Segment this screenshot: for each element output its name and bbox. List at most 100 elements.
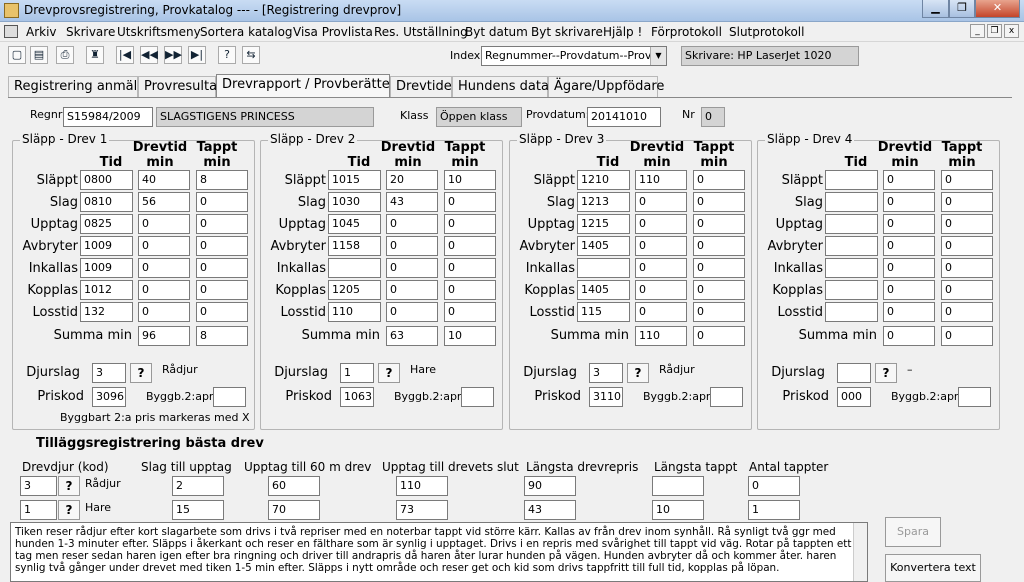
konvertera-text-button[interactable]: Konvertera text: [885, 554, 981, 582]
drev-4-tappt-input[interactable]: 0: [941, 214, 993, 234]
drev-3-tid-input[interactable]: 1215: [577, 214, 630, 234]
drev-4-drevtid-input[interactable]: 0: [883, 280, 935, 300]
drev-3-tappt-input[interactable]: 0: [693, 170, 745, 190]
drev-1-tid-input[interactable]: 1009: [80, 236, 133, 256]
spara-button[interactable]: Spara: [885, 517, 941, 547]
drev-3-priskod-input[interactable]: 3110: [589, 387, 623, 407]
drev-3-drevtid-input[interactable]: 0: [635, 280, 687, 300]
drev-3-drevtid-input[interactable]: 0: [635, 236, 687, 256]
tillagg-value-3[interactable]: 43: [524, 500, 576, 520]
drev-2-tid-input[interactable]: 1205: [328, 280, 381, 300]
drev-4-tappt-input[interactable]: 0: [941, 170, 993, 190]
menu-res-utstallning[interactable]: Res. Utställning: [374, 25, 468, 39]
drev-2-tid-input[interactable]: 1158: [328, 236, 381, 256]
drev-3-tappt-input[interactable]: 0: [693, 280, 745, 300]
mdi-restore-button[interactable]: ❐: [987, 24, 1002, 38]
drev-2-priskod-input[interactable]: 1063: [340, 387, 374, 407]
last-record-icon[interactable]: ▶|: [188, 46, 206, 64]
drev-3-drevtid-input[interactable]: 0: [635, 258, 687, 278]
drev-1-tappt-input[interactable]: 8: [196, 170, 248, 190]
drev-4-tid-input[interactable]: [825, 214, 878, 234]
tillagg-value-1[interactable]: 60: [268, 476, 320, 496]
menu-sortera-katalog[interactable]: Sortera katalog: [200, 25, 293, 39]
tillagg-value-5[interactable]: 0: [748, 476, 800, 496]
drev-1-tid-input[interactable]: 1012: [80, 280, 133, 300]
drev-2-tappt-input[interactable]: 0: [444, 280, 496, 300]
first-record-icon[interactable]: |◀: [116, 46, 134, 64]
drev-3-tid-input[interactable]: 1405: [577, 236, 630, 256]
drev-2-drevtid-input[interactable]: 20: [386, 170, 438, 190]
drev-3-drevtid-input[interactable]: 110: [635, 170, 687, 190]
menu-forprotokoll[interactable]: Förprotokoll: [651, 25, 722, 39]
trash-icon[interactable]: ♜: [86, 46, 104, 64]
exit-icon[interactable]: ⇆: [242, 46, 260, 64]
drev-2-drevtid-input[interactable]: 0: [386, 302, 438, 322]
drev-3-tid-input[interactable]: 1210: [577, 170, 630, 190]
memo-scrollbar[interactable]: [853, 523, 867, 581]
drev-4-tid-input[interactable]: [825, 280, 878, 300]
drev-4-tid-input[interactable]: [825, 258, 878, 278]
drev-4-priskod-input[interactable]: 000: [837, 387, 871, 407]
drev-1-tid-input[interactable]: 0800: [80, 170, 133, 190]
new-icon[interactable]: ▢: [8, 46, 26, 64]
menu-byt-datum[interactable]: Byt datum: [465, 25, 528, 39]
menu-hjalp[interactable]: Hjälp !: [603, 25, 642, 39]
drev-2-tappt-input[interactable]: 0: [444, 302, 496, 322]
tillagg-value-1[interactable]: 70: [268, 500, 320, 520]
drev-4-drevtid-input[interactable]: 0: [883, 170, 935, 190]
drev-2-tid-input[interactable]: [328, 258, 381, 278]
drev-3-tid-input[interactable]: 115: [577, 302, 630, 322]
drev-4-tappt-input[interactable]: 0: [941, 302, 993, 322]
drev-1-tappt-input[interactable]: 0: [196, 280, 248, 300]
tillagg-kod-lookup-button[interactable]: ?: [58, 476, 80, 496]
drev-4-tappt-input[interactable]: 0: [941, 236, 993, 256]
drev-2-tappt-input[interactable]: 0: [444, 214, 496, 234]
regnr-field[interactable]: S15984/2009: [63, 107, 153, 127]
tillagg-value-2[interactable]: 73: [396, 500, 448, 520]
tab-drevtider[interactable]: Drevtider: [390, 76, 457, 97]
drev-3-tappt-input[interactable]: 0: [693, 302, 745, 322]
drev-4-drevtid-input[interactable]: 0: [883, 258, 935, 278]
drev-2-tappt-input[interactable]: 10: [444, 170, 496, 190]
drev-3-djurslag-lookup-button[interactable]: ?: [627, 363, 649, 383]
tab-registrering-anmalan[interactable]: Registrering anmälan: [8, 76, 153, 97]
drev-1-drevtid-input[interactable]: 56: [138, 192, 190, 212]
drev-4-drevtid-input[interactable]: 0: [883, 192, 935, 212]
tillagg-value-4[interactable]: 10: [652, 500, 704, 520]
document-icon[interactable]: [4, 25, 18, 38]
drev-3-tappt-input[interactable]: 0: [693, 236, 745, 256]
provberattelse-textarea[interactable]: Tiken reser rådjur efter kort slagarbete…: [10, 522, 868, 582]
drev-1-tid-input[interactable]: 1009: [80, 258, 133, 278]
drev-2-tid-input[interactable]: 1015: [328, 170, 381, 190]
drev-3-djurslag-input[interactable]: 3: [589, 363, 623, 383]
mdi-close-button[interactable]: x: [1004, 24, 1019, 38]
drev-4-tappt-input[interactable]: 0: [941, 192, 993, 212]
drev-1-djurslag-input[interactable]: 3: [92, 363, 126, 383]
drev-1-djurslag-lookup-button[interactable]: ?: [130, 363, 152, 383]
drev-2-drevtid-input[interactable]: 0: [386, 280, 438, 300]
help-icon[interactable]: ?: [218, 46, 236, 64]
tab-agare-uppfodare[interactable]: Ägare/Uppfödare: [548, 76, 664, 97]
drev-4-djurslag-lookup-button[interactable]: ?: [875, 363, 897, 383]
drev-4-tid-input[interactable]: [825, 192, 878, 212]
drev-2-drevtid-input[interactable]: 0: [386, 214, 438, 234]
save-icon[interactable]: ▤: [30, 46, 48, 64]
tab-provresultat[interactable]: Provresultat: [138, 76, 222, 97]
drev-3-tid-input[interactable]: 1213: [577, 192, 630, 212]
drev-3-byggb-input[interactable]: [710, 387, 743, 407]
drev-1-tappt-input[interactable]: 0: [196, 258, 248, 278]
menu-visa-provlista[interactable]: Visa Provlista: [293, 25, 373, 39]
drev-3-tid-input[interactable]: [577, 258, 630, 278]
drev-3-drevtid-input[interactable]: 0: [635, 192, 687, 212]
menu-skrivare[interactable]: Skrivare: [66, 25, 115, 39]
drev-2-drevtid-input[interactable]: 43: [386, 192, 438, 212]
drev-1-tid-input[interactable]: 0825: [80, 214, 133, 234]
next-record-icon[interactable]: ▶▶: [164, 46, 182, 64]
drev-4-djurslag-input[interactable]: [837, 363, 871, 383]
drev-3-tappt-input[interactable]: 0: [693, 214, 745, 234]
drev-2-tid-input[interactable]: 110: [328, 302, 381, 322]
drev-2-djurslag-input[interactable]: 1: [340, 363, 374, 383]
drev-2-drevtid-input[interactable]: 0: [386, 236, 438, 256]
drev-1-byggb-input[interactable]: [213, 387, 246, 407]
drev-1-tappt-input[interactable]: 0: [196, 236, 248, 256]
